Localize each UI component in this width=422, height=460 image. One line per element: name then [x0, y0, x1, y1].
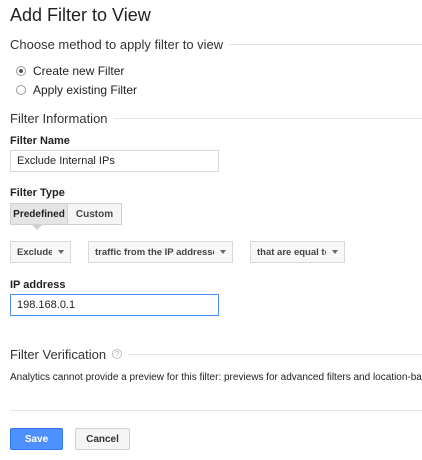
radio-button-checked[interactable]	[16, 66, 26, 76]
operator-dropdown-value: that are equal to	[257, 246, 326, 258]
filter-info-section-header: Filter Information	[10, 110, 422, 126]
radio-label: Create new Filter	[33, 64, 125, 78]
section-divider	[229, 43, 422, 45]
operator-dropdown[interactable]: that are equal to	[250, 241, 345, 263]
radio-apply-existing-filter[interactable]: Apply existing Filter	[16, 83, 137, 97]
active-tab-pointer	[32, 225, 42, 230]
chevron-down-icon	[220, 250, 226, 254]
verification-message: Analytics cannot provide a preview for t…	[10, 372, 422, 383]
radio-button[interactable]	[16, 85, 26, 95]
method-section-header: Choose method to apply filter to view	[10, 36, 422, 52]
ip-address-label: IP address	[10, 279, 66, 291]
chevron-down-icon	[332, 250, 338, 254]
filter-info-section-title: Filter Information	[10, 110, 108, 126]
help-icon[interactable]: ?	[112, 349, 123, 359]
radio-create-new-filter[interactable]: Create new Filter	[16, 64, 124, 78]
chevron-down-icon	[58, 250, 64, 254]
method-section-title: Choose method to apply filter to view	[10, 36, 224, 52]
tab-custom[interactable]: Custom	[67, 203, 122, 225]
page-title: Add Filter to View	[10, 5, 151, 25]
filter-name-input[interactable]	[10, 150, 219, 172]
verification-section-title: Filter Verification	[10, 346, 107, 362]
filter-type-label: Filter Type	[10, 187, 65, 199]
ip-address-input[interactable]	[10, 294, 219, 316]
source-dropdown[interactable]: traffic from the IP addresses	[88, 241, 233, 263]
save-button[interactable]: Save	[10, 428, 63, 450]
section-divider	[128, 353, 422, 355]
action-dropdown[interactable]: Exclude	[10, 241, 71, 263]
source-dropdown-value: traffic from the IP addresses	[95, 246, 214, 258]
radio-label: Apply existing Filter	[33, 83, 138, 97]
footer-divider	[10, 410, 422, 411]
section-divider	[113, 117, 422, 119]
filter-name-label: Filter Name	[10, 135, 70, 147]
tab-predefined[interactable]: Predefined	[10, 203, 68, 225]
action-dropdown-value: Exclude	[17, 246, 52, 258]
cancel-button[interactable]: Cancel	[75, 428, 130, 450]
verification-section-header: Filter Verification ?	[10, 346, 422, 362]
